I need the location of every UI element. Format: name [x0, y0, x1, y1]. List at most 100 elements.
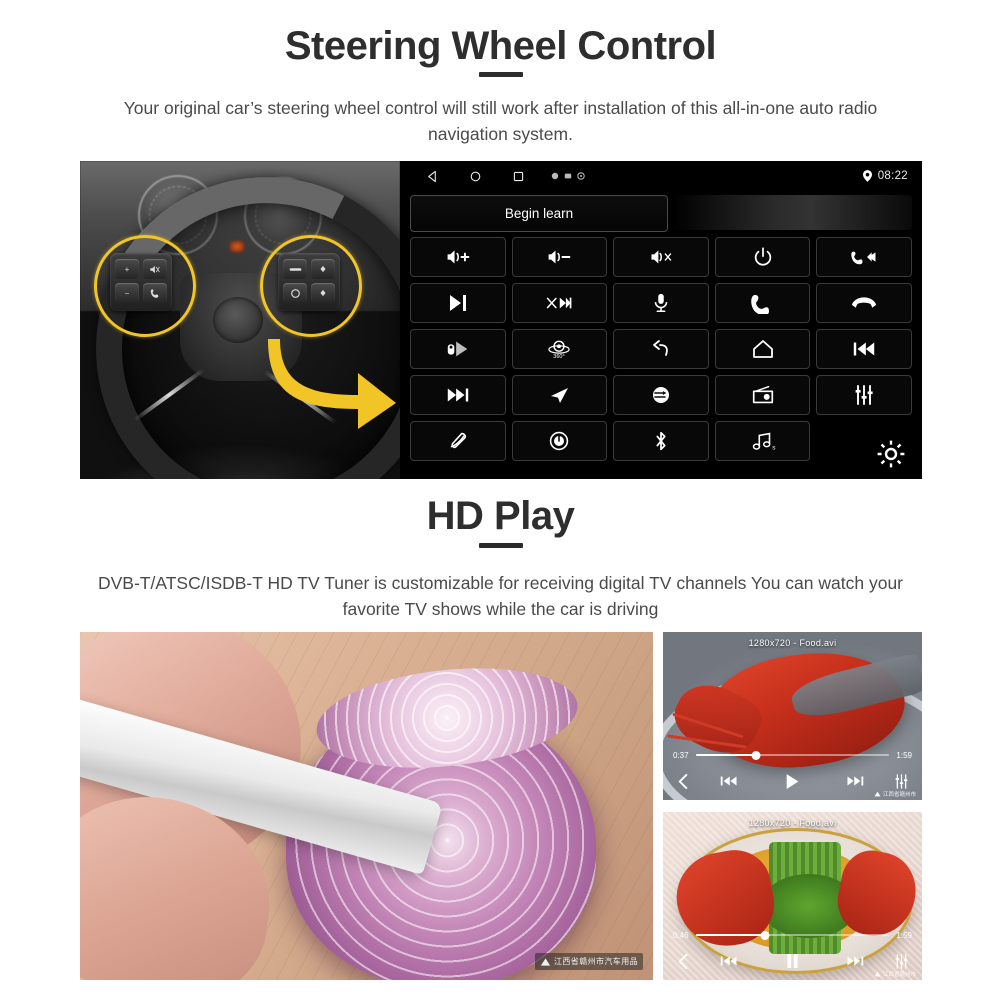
swc-button-home[interactable] [714, 329, 811, 369]
onion-cutting-photo: 江西省赣州市汽车用品 [80, 632, 653, 980]
video-current-time: 0:46 [673, 930, 689, 940]
prev-track-icon [720, 776, 737, 786]
swc-button-power[interactable] [714, 237, 811, 277]
swc-button-shuffle-next[interactable] [511, 283, 608, 323]
video-play-button[interactable] [755, 773, 829, 790]
begin-learn-button[interactable]: Begin learn [410, 195, 668, 232]
swc-button-radio[interactable] [714, 375, 811, 415]
phone-prev-icon [851, 251, 876, 265]
video-seekbar-row: 0:46 1:59 [663, 928, 922, 942]
hdplay-media-gallery: 江西省赣州市汽车用品 1280x720 - Food.avi 0:37 1:59 [80, 632, 922, 980]
video-seekbar[interactable] [695, 750, 890, 760]
video-back-button[interactable] [663, 773, 703, 789]
next-track-icon [847, 776, 864, 786]
steering-section-subtitle: Your original car’s steering wheel contr… [123, 98, 878, 144]
svg-text:360°: 360° [554, 354, 565, 360]
location-dot-icon [551, 172, 559, 180]
camera-360-icon: 360° [548, 340, 571, 360]
swc-button-end-call[interactable] [816, 283, 912, 323]
swc-button-navigation[interactable] [511, 375, 608, 415]
power-eye-icon [550, 431, 569, 451]
video-player-bottom[interactable]: 1280x720 - Food.avi 0:46 1:59 江西省赣州市 [663, 812, 922, 980]
video-seekbar[interactable] [695, 930, 890, 940]
microphone-icon [654, 293, 668, 313]
swc-button-camera-beam[interactable] [410, 329, 506, 369]
phone-answer-icon [750, 295, 769, 314]
swc-button-mute[interactable] [613, 237, 709, 277]
music-note-icon: s [752, 432, 776, 451]
watermark-text: 江西省赣州市汽车用品 [554, 957, 638, 966]
swc-button-volume-up[interactable] [410, 237, 506, 277]
camera-beam-icon [447, 341, 468, 357]
left-controls-highlight-circle [94, 235, 196, 337]
status-tray [551, 172, 585, 180]
back-triangle-icon[interactable] [426, 170, 439, 183]
pause-icon [787, 954, 797, 968]
onion-photo-watermark: 江西省赣州市汽车用品 [535, 953, 643, 970]
equalizer-icon [895, 773, 908, 789]
video-equalizer-button[interactable] [881, 773, 922, 789]
video-prev-button[interactable] [703, 954, 755, 968]
swc-button-bluetooth[interactable] [613, 421, 709, 461]
swc-button-play-pause[interactable] [410, 283, 506, 323]
swc-button-power-eye[interactable] [511, 421, 608, 461]
phone-hangup-icon [852, 297, 877, 308]
watermark-logo-icon [540, 957, 551, 966]
location-pin-icon [862, 170, 872, 182]
swc-button-back[interactable] [613, 329, 709, 369]
swc-button-mic-mute[interactable] [410, 421, 506, 461]
video-watermark-bottom: 江西省赣州市 [874, 970, 916, 978]
video-pause-button[interactable] [755, 953, 829, 969]
swc-button-next-track[interactable] [410, 375, 506, 415]
video-title: 1280x720 - Food.avi [748, 818, 837, 828]
video-seekbar-row: 0:37 1:59 [663, 748, 922, 762]
head-unit-screen: 08:22 Begin learn 360° s [400, 161, 922, 479]
swc-button-call-prev[interactable] [816, 237, 912, 277]
video-total-time: 1:59 [896, 930, 912, 940]
steering-wheel-photo: + − [80, 161, 400, 479]
learn-progress-strip [672, 195, 912, 230]
swc-button-answer-call[interactable] [714, 283, 811, 323]
swc-button-music[interactable]: s [714, 421, 811, 461]
video-equalizer-button[interactable] [881, 953, 922, 969]
shuffle-next-icon [547, 297, 572, 309]
watermark-text: 江西省赣州市 [882, 972, 916, 978]
video-next-button[interactable] [829, 954, 881, 968]
status-clock-area: 08:22 [862, 170, 908, 182]
swc-button-volume-down[interactable] [511, 237, 608, 277]
video-prev-button[interactable] [703, 774, 755, 788]
prev-track-icon [720, 956, 737, 966]
curved-arrow-icon [268, 339, 396, 429]
speaker-mute-icon [651, 250, 672, 264]
swc-button-equalizer[interactable] [816, 375, 912, 415]
home-icon [752, 340, 773, 358]
watermark-logo-icon [874, 791, 881, 797]
right-controls-highlight-circle [260, 235, 362, 337]
recents-square-icon[interactable] [512, 170, 525, 183]
steering-feature-image: + − 08:22 Begin learn 360° s [80, 161, 922, 479]
back-arrow-icon [653, 340, 668, 356]
video-back-button[interactable] [663, 953, 703, 969]
hdplay-section-title: HD Play [426, 494, 575, 538]
watermark-logo-icon [874, 971, 881, 977]
sdcard-icon [564, 173, 572, 179]
video-total-time: 1:59 [896, 750, 912, 760]
mic-mute-icon [450, 432, 466, 449]
swc-button-camera-360[interactable]: 360° [511, 329, 608, 369]
home-circle-icon[interactable] [469, 170, 482, 183]
back-chevron-icon [678, 773, 687, 789]
back-chevron-icon [678, 953, 687, 969]
hdplay-title-divider [479, 543, 523, 548]
swc-button-mode-source[interactable] [613, 375, 709, 415]
head-unit-settings-button[interactable] [874, 437, 908, 471]
speaker-plus-icon [447, 250, 470, 264]
prev-track-icon [853, 342, 875, 356]
mode-icon [652, 387, 669, 403]
next-track-icon [447, 388, 469, 402]
steering-title-divider [479, 72, 523, 77]
swc-button-voice-command[interactable] [613, 283, 709, 323]
video-current-time: 0:37 [673, 750, 689, 760]
video-next-button[interactable] [829, 774, 881, 788]
video-player-top[interactable]: 1280x720 - Food.avi 0:37 1:59 江西省赣州市 [663, 632, 922, 800]
swc-button-previous-track[interactable] [816, 329, 912, 369]
